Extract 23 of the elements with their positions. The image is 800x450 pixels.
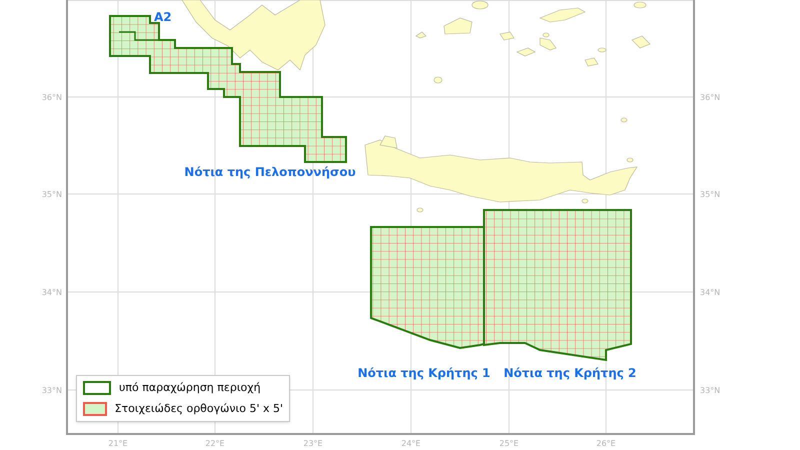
longitude-label: 21°E [108, 439, 128, 448]
area-label: Νότια της Κρήτης 1 [358, 366, 490, 380]
legend-label: Στοιχειώδες ορθογώνιο 5' x 5' [114, 400, 283, 416]
latitude-label: 36°N [42, 93, 62, 102]
latitude-label: 34°N [700, 288, 720, 297]
longitude-label: 23°E [303, 439, 323, 448]
area-boundary-line [119, 31, 159, 41]
longitude-label: 24°E [401, 439, 421, 448]
area-label: Νότια της Πελοποννήσου [184, 165, 356, 179]
legend-label: υπό παραχώρηση περιοχή [119, 380, 261, 396]
longitude-label: 26°E [596, 439, 616, 448]
legend-swatch [83, 381, 111, 396]
latitude-label: 35°N [42, 190, 62, 199]
area-label: A2 [154, 10, 172, 24]
legend-swatch [83, 402, 107, 416]
area-label: Νότια της Κρήτης 2 [504, 366, 636, 380]
latitude-label: 35°N [700, 190, 720, 199]
longitude-label: 25°E [499, 439, 519, 448]
latitude-label: 34°N [42, 288, 62, 297]
latitude-label: 36°N [700, 93, 720, 102]
latitude-label: 33°N [700, 386, 720, 395]
latitude-label: 33°N [42, 386, 62, 395]
longitude-label: 22°E [205, 439, 225, 448]
